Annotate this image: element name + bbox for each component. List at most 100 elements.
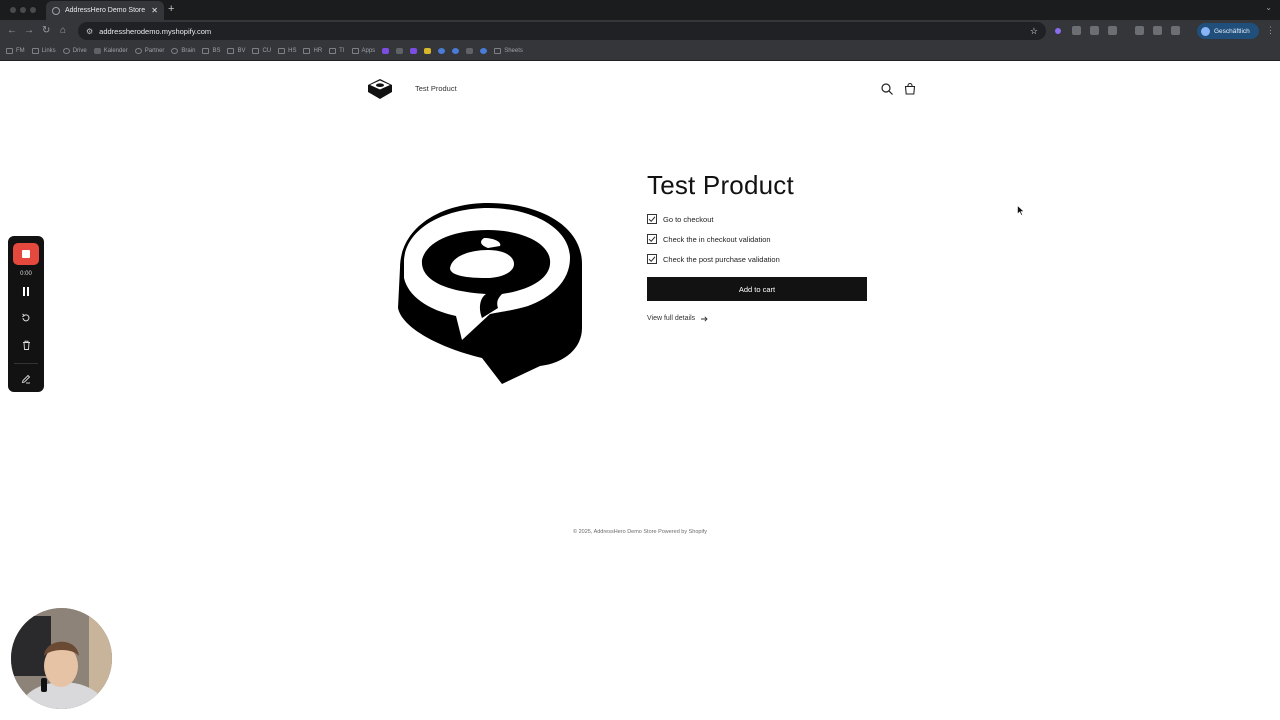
checkbox-in-checkout-validation[interactable]: Check the in checkout validation — [647, 234, 771, 244]
reload-icon[interactable]: ↻ — [42, 24, 50, 38]
bookmark-label: HS — [288, 48, 297, 54]
close-tab-icon[interactable]: ✕ — [151, 6, 158, 15]
draw-button[interactable] — [18, 372, 34, 386]
profile-button[interactable]: Geschäftlich — [1197, 23, 1259, 39]
extension-icon[interactable] — [1055, 28, 1061, 34]
profile-label: Geschäftlich — [1214, 27, 1250, 35]
bookmark-label: Drive — [72, 48, 87, 54]
bookmark-label: TI — [339, 48, 345, 54]
checkbox-post-purchase-validation[interactable]: Check the post purchase validation — [647, 254, 780, 264]
address-bar[interactable]: ⚙ addressherodemo.myshopify.com ☆ — [78, 22, 1046, 40]
arrow-right-icon — [701, 315, 708, 322]
store-logo[interactable] — [366, 76, 394, 102]
stop-recording-button[interactable] — [13, 243, 39, 265]
bookmark-label: FM — [16, 48, 25, 54]
folder-icon — [303, 48, 311, 54]
back-icon[interactable]: ← — [7, 24, 17, 38]
app-icon — [466, 48, 474, 54]
window-minimize-dot[interactable] — [20, 7, 26, 13]
checkbox-label: Check the in checkout validation — [663, 234, 771, 244]
stop-icon — [22, 250, 30, 258]
forward-icon[interactable]: → — [24, 24, 34, 38]
nav-link-test-product[interactable]: Test Product — [415, 84, 457, 93]
folder-icon — [351, 48, 359, 54]
bookmark-item[interactable]: Links — [31, 48, 56, 54]
check-icon — [648, 256, 656, 263]
extension-icon[interactable] — [1153, 26, 1162, 35]
home-icon[interactable]: ⌂ — [60, 24, 66, 38]
brain-icon — [171, 48, 179, 54]
bookmark-item[interactable]: TI — [329, 48, 345, 54]
window-zoom-dot[interactable] — [30, 7, 36, 13]
bookmark-item[interactable] — [424, 48, 432, 54]
bookmark-item[interactable]: Partner — [134, 48, 164, 54]
bookmark-item[interactable]: Kalender — [93, 48, 128, 54]
browser-toolbar: ← → ↻ ⌂ ⚙ addressherodemo.myshopify.com … — [0, 20, 1280, 42]
browser-menu-icon[interactable]: ⋮ — [1266, 25, 1275, 35]
bookmark-label: CU — [262, 48, 272, 54]
bookmark-item[interactable]: Brain — [171, 48, 195, 54]
trash-icon — [22, 340, 30, 350]
tab-search-chevron-icon[interactable]: ⌄ — [1265, 3, 1272, 12]
bookmark-item[interactable] — [438, 48, 446, 54]
bookmark-item[interactable] — [466, 48, 474, 54]
restart-button[interactable] — [18, 311, 34, 325]
screen-recorder-panel: 0:00 — [8, 236, 44, 392]
new-tab-button[interactable]: + — [168, 3, 174, 15]
bookmark-item[interactable]: HS — [278, 48, 296, 54]
footer-copyright: © 2025, AddressHero Demo Store Powered b… — [573, 529, 707, 535]
recording-timer: 0:00 — [20, 271, 32, 277]
checkbox-label: Go to checkout — [663, 214, 714, 224]
check-icon — [648, 216, 656, 223]
site-info-icon[interactable]: ⚙ — [86, 27, 93, 36]
checkbox[interactable] — [647, 214, 657, 224]
search-icon[interactable] — [880, 82, 894, 96]
extension-icon[interactable] — [1090, 26, 1099, 35]
bookmark-item[interactable]: BV — [227, 48, 245, 54]
bookmark-item[interactable]: Sheets — [494, 48, 523, 54]
webcam-bubble[interactable] — [11, 608, 112, 709]
view-full-details-link[interactable]: View full details — [647, 315, 708, 322]
bookmark-item[interactable] — [480, 48, 488, 54]
url-text[interactable]: addressherodemo.myshopify.com — [99, 27, 1024, 36]
history-icon[interactable] — [1171, 26, 1180, 35]
mouse-cursor-icon — [1017, 205, 1025, 216]
tab-title: AddressHero Demo Store — [65, 7, 146, 14]
add-to-cart-button[interactable]: Add to cart — [647, 277, 867, 301]
bookmark-item[interactable]: Drive — [62, 48, 87, 54]
shopify-icon — [134, 48, 142, 54]
bookmark-item[interactable]: FM — [6, 48, 25, 54]
webcam-feed — [11, 608, 112, 709]
tab-strip: AddressHero Demo Store ✕ + ⌄ — [0, 0, 1280, 20]
checkbox-label: Check the post purchase validation — [663, 254, 780, 264]
bookmark-item[interactable]: CU — [252, 48, 271, 54]
bookmark-label: Links — [41, 48, 56, 54]
bookmark-item[interactable] — [410, 48, 418, 54]
checkbox[interactable] — [647, 234, 657, 244]
bookmark-item[interactable] — [396, 48, 404, 54]
bookmark-label: HR — [313, 48, 323, 54]
bookmark-star-icon[interactable]: ☆ — [1030, 26, 1038, 37]
app-icon — [410, 48, 418, 54]
extension-icon[interactable] — [1135, 26, 1144, 35]
tab-active[interactable]: AddressHero Demo Store ✕ — [46, 1, 164, 20]
pause-button[interactable] — [18, 284, 34, 298]
extensions-puzzle-icon[interactable] — [1108, 26, 1117, 35]
app-icon — [424, 48, 432, 54]
cart-icon[interactable] — [903, 82, 917, 96]
bookmark-item[interactable] — [382, 48, 390, 54]
delete-button[interactable] — [18, 338, 34, 352]
bookmark-item[interactable]: Apps — [351, 48, 375, 54]
browser-chrome: AddressHero Demo Store ✕ + ⌄ ← → ↻ ⌂ ⚙ a… — [0, 0, 1280, 61]
checkbox-go-to-checkout[interactable]: Go to checkout — [647, 214, 713, 224]
bookmark-item[interactable]: HR — [303, 48, 322, 54]
product-title: Test Product — [647, 170, 794, 200]
extension-icon[interactable] — [1072, 26, 1081, 35]
pen-icon — [21, 374, 31, 384]
checkbox[interactable] — [647, 254, 657, 264]
bookmark-item[interactable]: BS — [202, 48, 220, 54]
window-close-dot[interactable] — [10, 7, 16, 13]
bookmark-item[interactable] — [452, 48, 460, 54]
calendar-icon — [93, 48, 101, 54]
globe-icon — [52, 6, 60, 15]
